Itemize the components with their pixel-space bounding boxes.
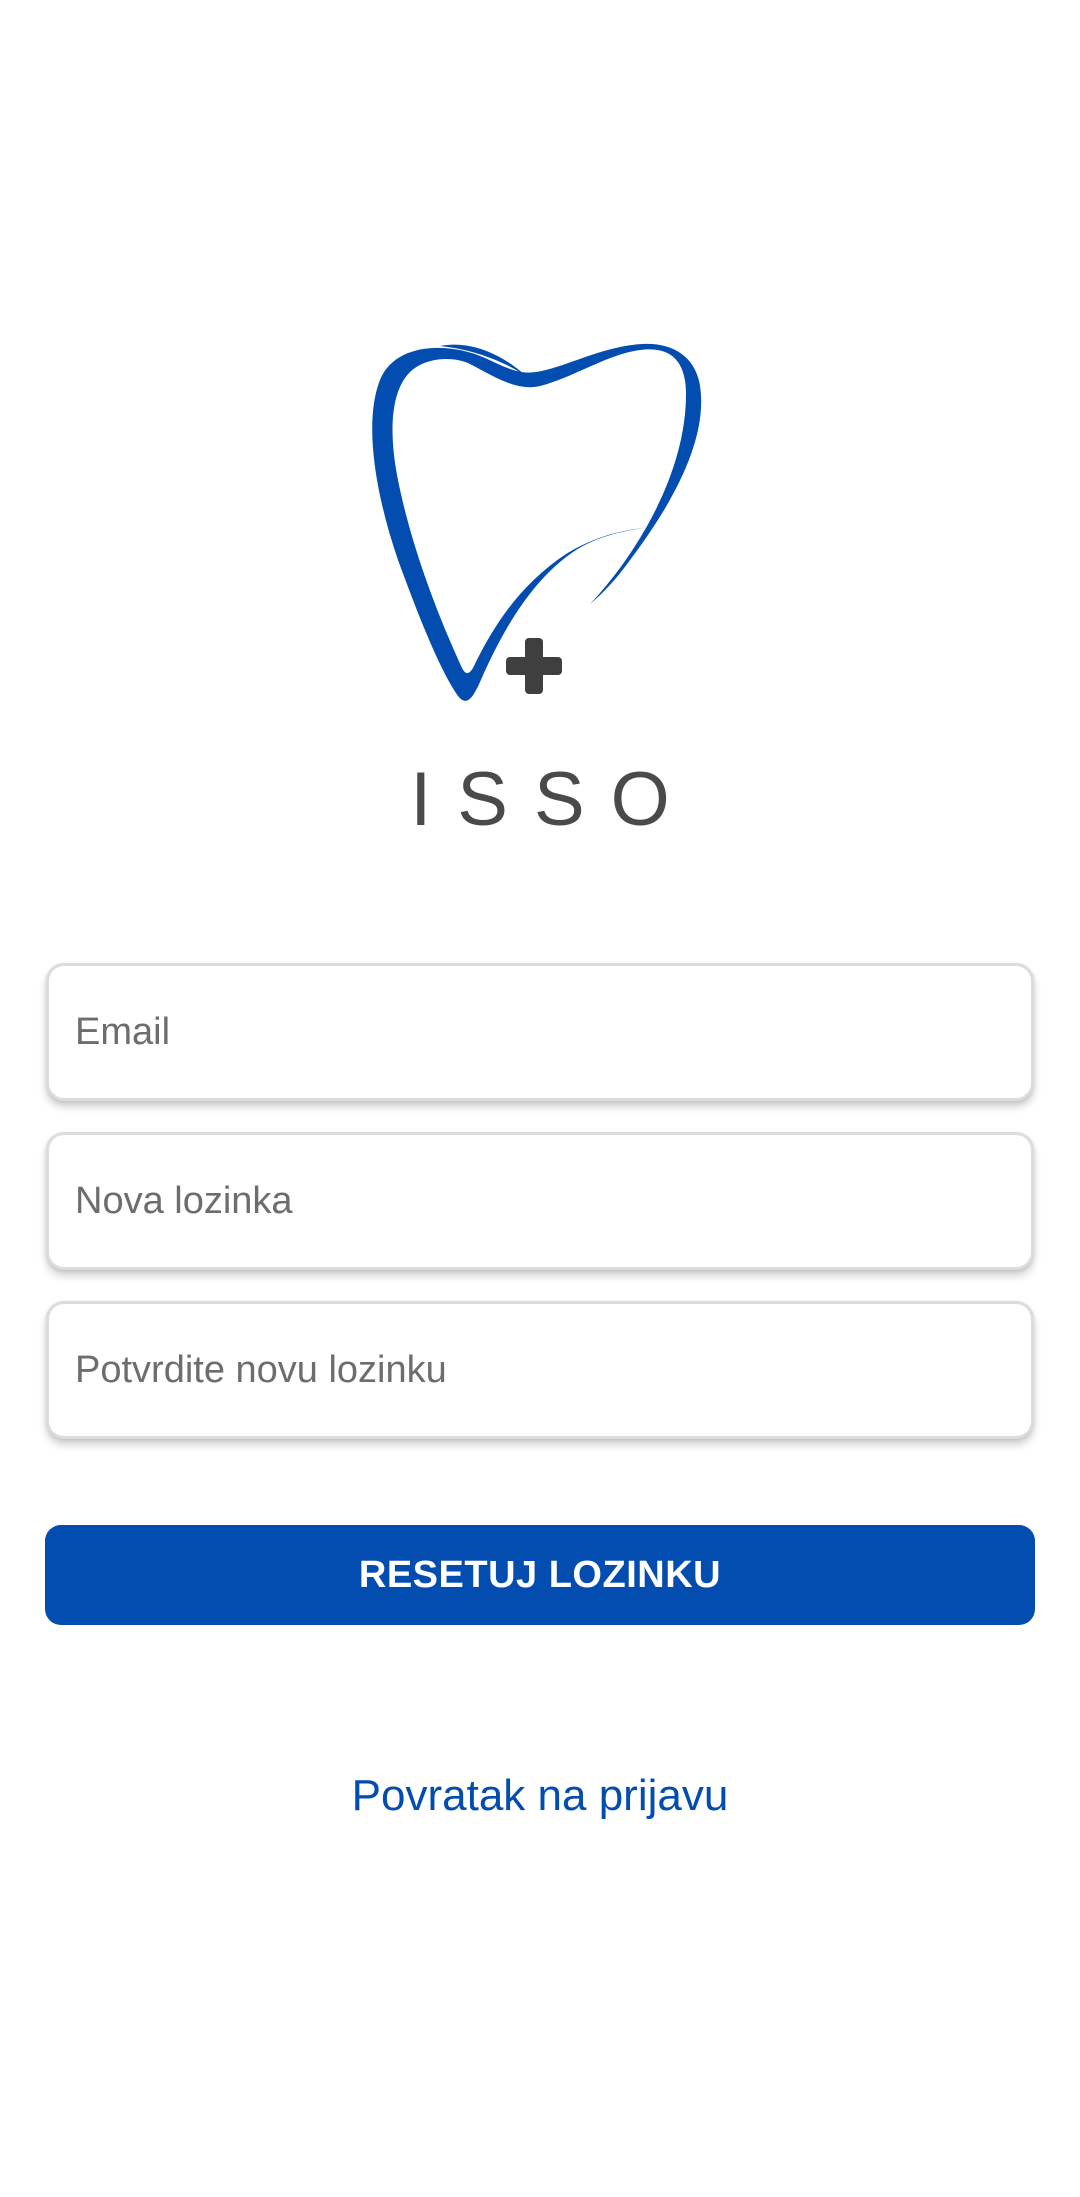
new-password-input[interactable] [49, 1135, 1031, 1267]
confirm-password-field-container [46, 1301, 1034, 1439]
tooth-plus-logo-icon [372, 343, 702, 701]
brand-name: ISSO [410, 757, 696, 842]
reset-password-button[interactable]: RESETUJ LOZINKU [45, 1525, 1035, 1625]
back-to-login-link[interactable]: Povratak na prijavu [0, 1766, 1080, 1826]
new-password-field-container [46, 1132, 1034, 1270]
confirm-password-input[interactable] [49, 1304, 1031, 1436]
email-input[interactable] [49, 966, 1031, 1098]
app-logo [340, 320, 740, 720]
email-field-container [46, 963, 1034, 1101]
